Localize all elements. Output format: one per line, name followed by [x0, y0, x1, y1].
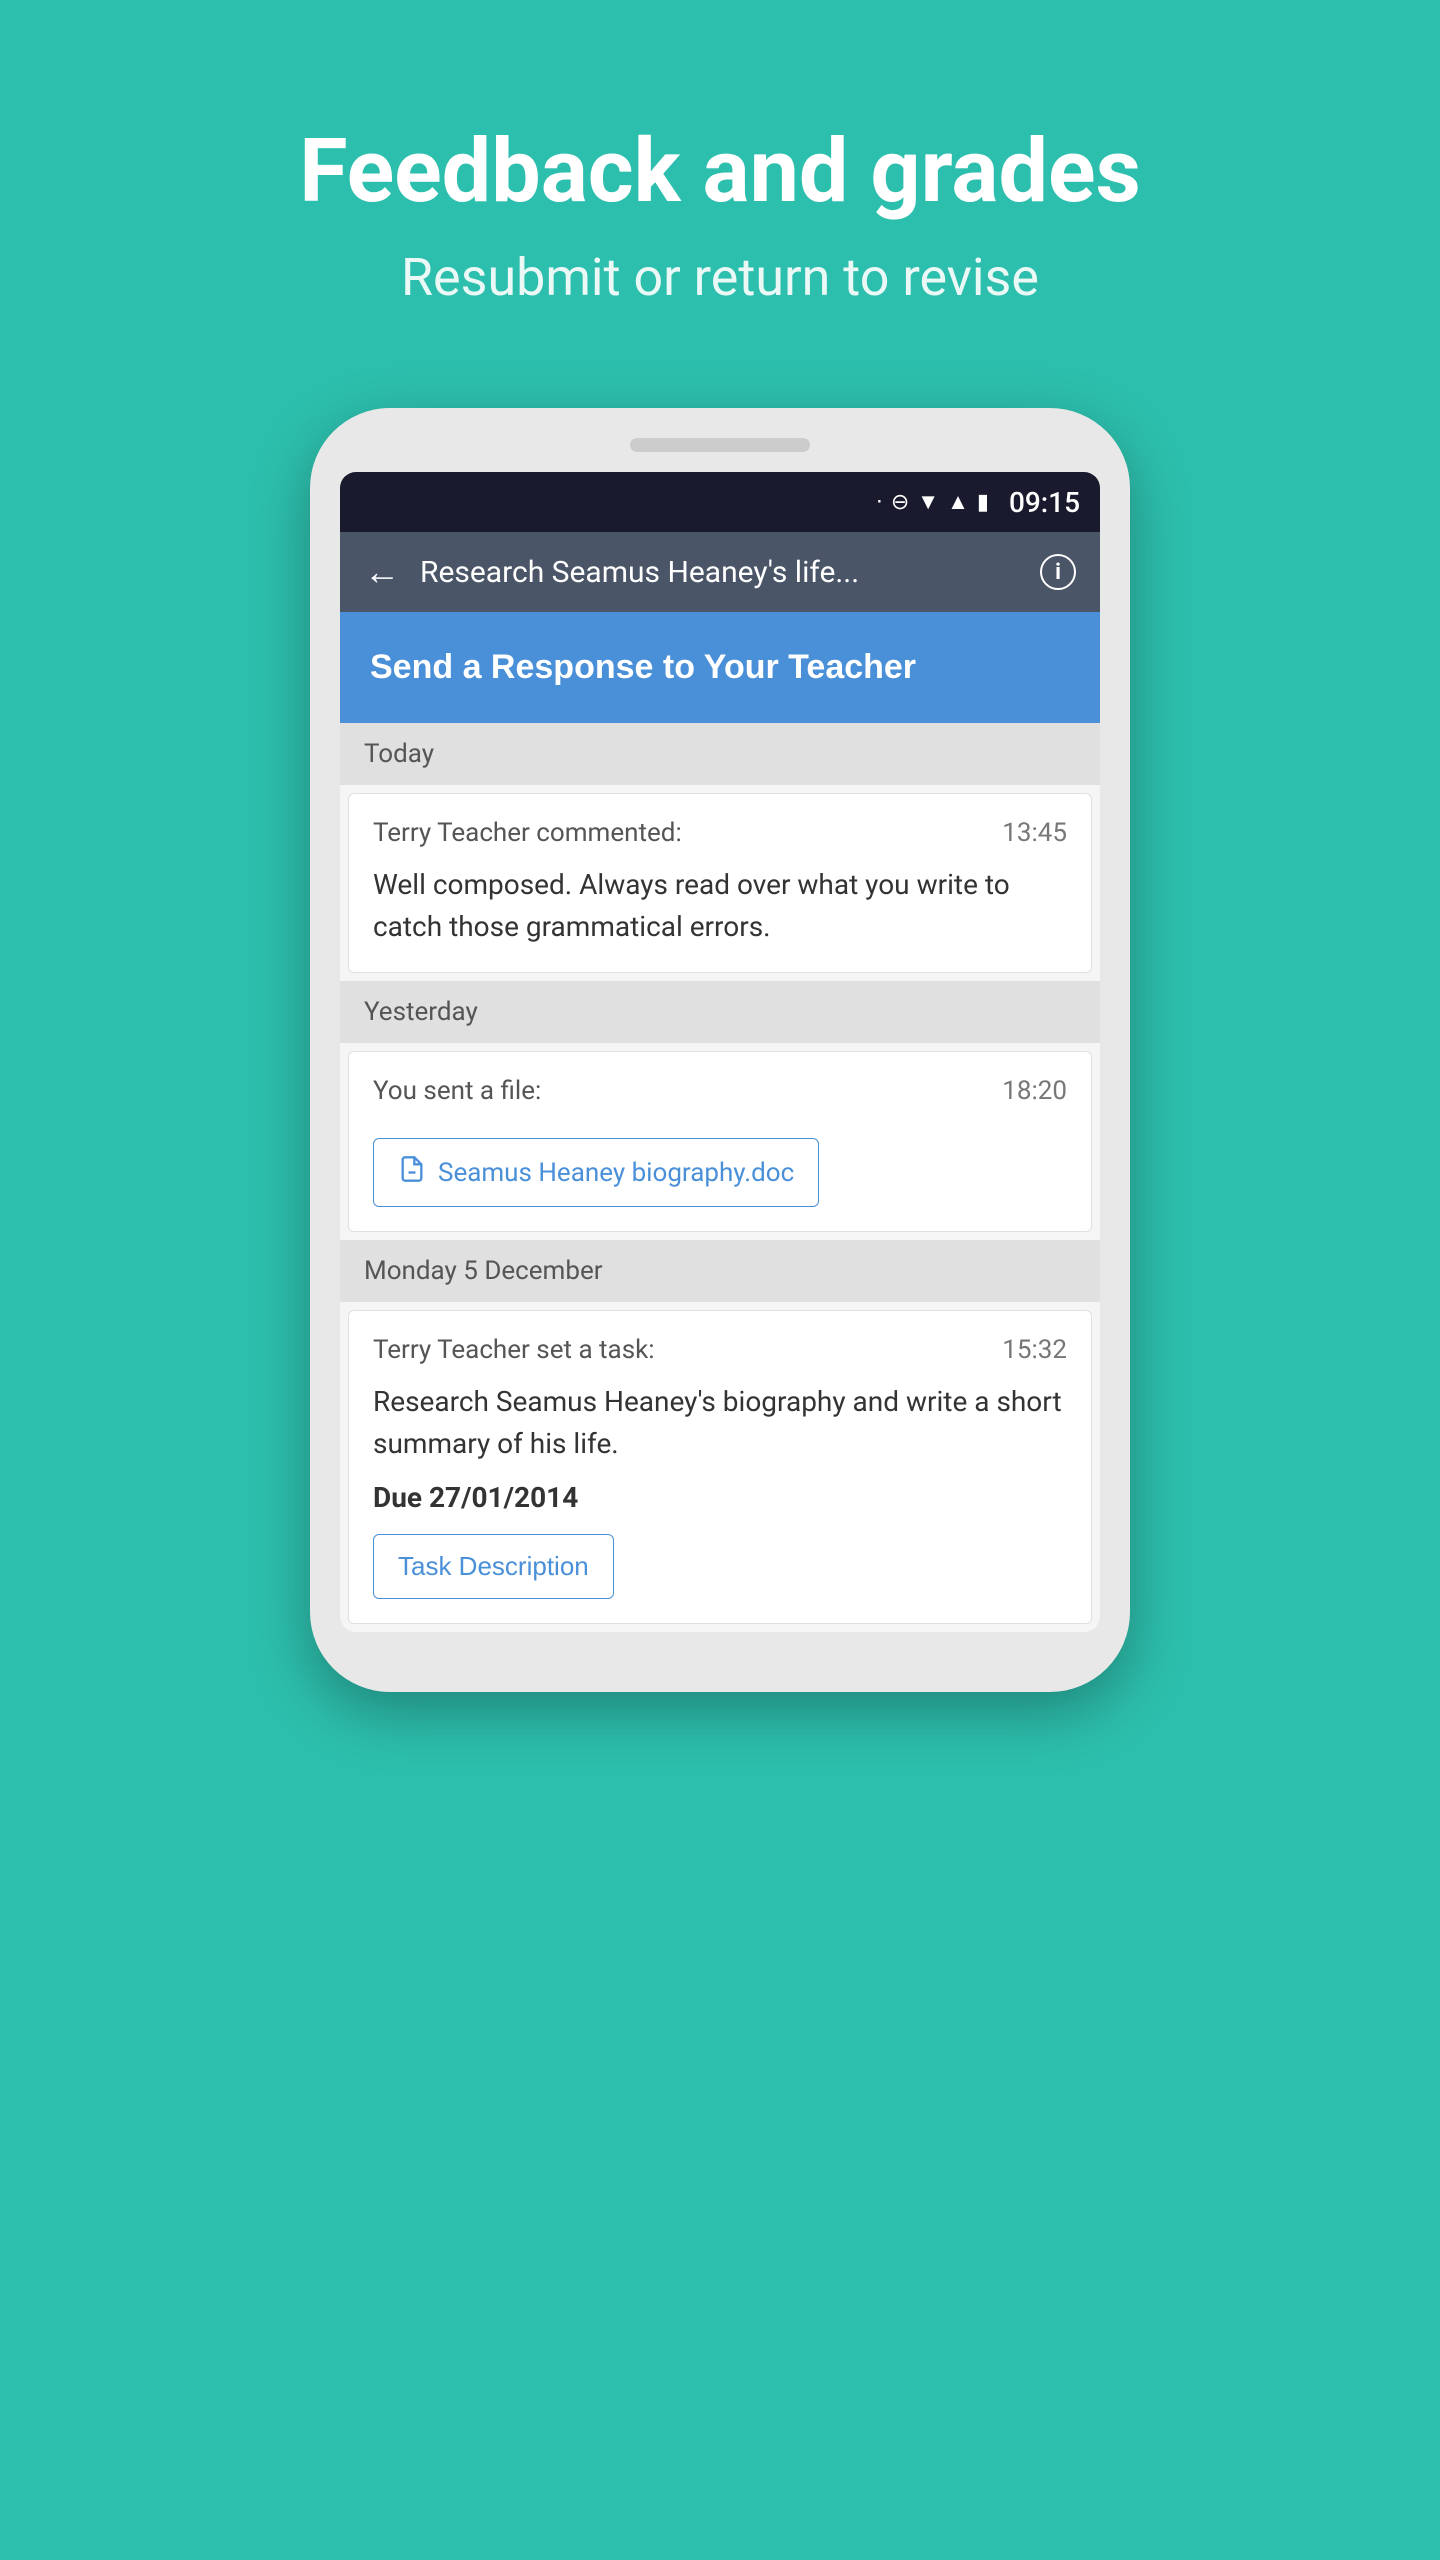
task-text: Research Seamus Heaney's biography and w…: [373, 1381, 1067, 1465]
file-attachment[interactable]: Seamus Heaney biography.doc: [373, 1138, 819, 1207]
file-name: Seamus Heaney biography.doc: [438, 1158, 794, 1188]
message-time-monday: 15:32: [1002, 1335, 1067, 1365]
message-time-yesterday: 18:20: [1002, 1076, 1067, 1106]
phone-screen: ⋅ ⊖ ▼ ▲ ▮ 09:15 ← Research Seamus Heaney…: [340, 472, 1100, 1632]
section-header-monday: Monday 5 December: [340, 1240, 1100, 1302]
page-title: Feedback and grades: [299, 120, 1141, 223]
block-icon: ⊖: [891, 490, 909, 515]
info-button[interactable]: i: [1040, 554, 1076, 590]
message-card-header-task: Terry Teacher set a task: 15:32: [373, 1335, 1067, 1365]
message-card-comment: Terry Teacher commented: 13:45 Well comp…: [348, 793, 1092, 973]
task-description-button[interactable]: Task Description: [373, 1534, 614, 1599]
status-time: 09:15: [1009, 486, 1080, 519]
message-sender-yesterday: You sent a file:: [373, 1076, 541, 1106]
section-yesterday: Yesterday You sent a file: 18:20 Sea: [340, 981, 1100, 1232]
status-icons: ⋅ ⊖ ▼ ▲ ▮: [876, 489, 989, 515]
message-card-header-file: You sent a file: 18:20: [373, 1076, 1067, 1106]
file-doc-icon: [398, 1155, 426, 1190]
info-icon-label: i: [1055, 560, 1061, 585]
phone-notch-bar: [340, 438, 1100, 452]
page-header: Feedback and grades Resubmit or return t…: [299, 0, 1141, 368]
section-monday: Monday 5 December Terry Teacher set a ta…: [340, 1240, 1100, 1624]
phone-notch: [630, 438, 810, 452]
message-card-file: You sent a file: 18:20 Seamus Heaney bio…: [348, 1051, 1092, 1232]
send-response-button[interactable]: Send a Response to Your Teacher: [340, 612, 1100, 723]
wifi-icon: ▼: [917, 489, 939, 515]
message-text-today: Well composed. Always read over what you…: [373, 864, 1067, 948]
status-bar: ⋅ ⊖ ▼ ▲ ▮ 09:15: [340, 472, 1100, 532]
app-header-title: Research Seamus Heaney's life...: [420, 555, 1020, 590]
bluetooth-icon: ⋅: [876, 490, 883, 515]
message-sender-monday: Terry Teacher set a task:: [373, 1335, 655, 1365]
app-header: ← Research Seamus Heaney's life... i: [340, 532, 1100, 612]
message-card-header: Terry Teacher commented: 13:45: [373, 818, 1067, 848]
back-button[interactable]: ←: [364, 551, 400, 593]
section-header-yesterday: Yesterday: [340, 981, 1100, 1043]
message-card-task: Terry Teacher set a task: 15:32 Research…: [348, 1310, 1092, 1624]
page-subtitle: Resubmit or return to revise: [299, 247, 1141, 308]
battery-icon: ▮: [977, 490, 989, 515]
message-time-today: 13:45: [1002, 818, 1067, 848]
signal-icon: ▲: [947, 489, 969, 515]
section-today: Today Terry Teacher commented: 13:45 Wel…: [340, 723, 1100, 973]
message-sender-today: Terry Teacher commented:: [373, 818, 682, 848]
section-header-today: Today: [340, 723, 1100, 785]
due-date: Due 27/01/2014: [373, 1481, 1067, 1514]
phone-container: ⋅ ⊖ ▼ ▲ ▮ 09:15 ← Research Seamus Heaney…: [310, 408, 1130, 1692]
